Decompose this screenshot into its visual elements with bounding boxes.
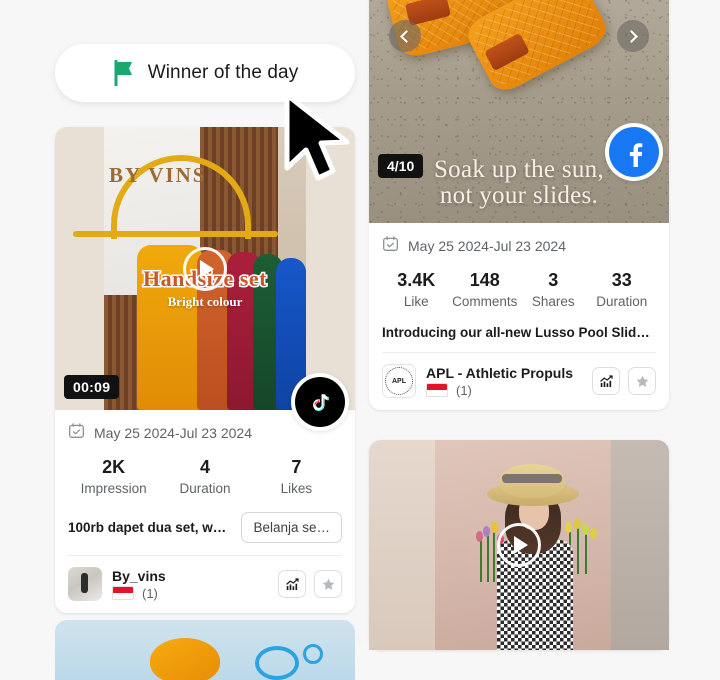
author-name: APL - Athletic Propuls	[426, 364, 574, 381]
star-icon[interactable]	[628, 367, 656, 395]
play-icon[interactable]	[497, 523, 541, 567]
media-overlay-line2: Bright colour	[167, 294, 243, 309]
date-range: May 25 2024-Jul 23 2024	[94, 425, 252, 441]
stat-likes: 7 Likes	[251, 457, 342, 496]
stat-value: 7	[291, 457, 302, 477]
post-card-video-woman[interactable]	[369, 440, 669, 650]
author-sub: (1)	[426, 383, 582, 398]
play-icon[interactable]	[183, 246, 227, 291]
author-meta: APL - Athletic Propuls (1)	[426, 365, 582, 398]
date-row: May 25 2024-Jul 23 2024	[382, 223, 656, 257]
stat-duration: 4 Duration	[159, 457, 250, 496]
chevron-right-icon[interactable]	[617, 20, 649, 52]
feed-board: Winner of the day BY VINS Handsize set B…	[0, 0, 720, 680]
title-row: 100rb dapet dua set, war… Belanja se…	[68, 504, 342, 555]
stat-comments: 148 Comments	[451, 270, 520, 309]
star-icon[interactable]	[314, 570, 342, 598]
chevron-left-icon[interactable]	[389, 20, 421, 52]
stat-like: 3.4K Like	[382, 270, 451, 309]
card-media-facebook[interactable]: Soak up the sun, not your slides. 4/10	[369, 0, 669, 223]
stat-value: 3	[548, 270, 559, 290]
stat-value: 2K	[102, 457, 126, 477]
tiktok-icon	[295, 377, 345, 427]
card-body-facebook: May 25 2024-Jul 23 2024 3.4K Like 148 Co…	[369, 223, 669, 410]
analytics-chart-icon[interactable]	[592, 367, 620, 395]
shop-cta-button[interactable]: Belanja se…	[241, 512, 342, 543]
platform-badge-tiktok	[291, 373, 349, 431]
date-range: May 25 2024-Jul 23 2024	[408, 238, 566, 254]
stat-label: Impression	[80, 481, 147, 496]
winner-label: Winner of the day	[147, 62, 299, 83]
media-brand-text: BY VINS	[109, 163, 207, 187]
stat-label: Like	[403, 294, 429, 309]
thumbnail-shape	[255, 646, 299, 680]
platform-badge-facebook	[605, 123, 663, 181]
author-meta: By_vins (1)	[112, 568, 268, 601]
post-title: 100rb dapet dua set, war…	[68, 520, 232, 535]
indonesia-flag-icon	[426, 383, 448, 397]
card-body-tiktok: May 25 2024-Jul 23 2024 2K Impression 4 …	[55, 410, 355, 613]
stats-row-tiktok: 2K Impression 4 Duration 7 Likes	[68, 444, 342, 504]
stat-label: Duration	[596, 294, 648, 309]
calendar-check-icon	[382, 235, 399, 257]
stat-value: 148	[469, 270, 500, 290]
thumbnail-shape	[303, 644, 323, 664]
stat-label: Comments	[452, 294, 518, 309]
media-headline-line2: not your slides.	[439, 181, 599, 209]
card-action-buttons	[592, 367, 656, 395]
card-media-tiktok[interactable]: BY VINS Handsize set Bright colour 00:09	[55, 127, 355, 410]
post-title: Introducing our all-new Lusso Pool Slide…	[382, 325, 656, 340]
author-count: (1)	[142, 585, 158, 601]
thumbnail-shape	[150, 638, 220, 680]
facebook-icon	[609, 127, 659, 177]
stat-value: 33	[611, 270, 632, 290]
author-sub: (1)	[112, 586, 268, 601]
author-count: (1)	[456, 382, 472, 398]
author-row-byvins[interactable]: By_vins (1)	[68, 556, 342, 613]
calendar-check-icon	[68, 422, 85, 444]
post-card-tiktok[interactable]: BY VINS Handsize set Bright colour 00:09	[55, 127, 355, 613]
analytics-chart-icon[interactable]	[278, 570, 306, 598]
winner-of-the-day-badge: Winner of the day	[55, 44, 355, 102]
card-action-buttons	[278, 570, 342, 598]
carousel-counter-chip: 4/10	[378, 154, 424, 178]
apl-logo-avatar[interactable]: APL	[382, 364, 416, 398]
post-card-partial[interactable]	[55, 620, 355, 680]
stats-row-facebook: 3.4K Like 148 Comments 3 Shares 33 Durat…	[382, 257, 656, 317]
stat-label: Likes	[280, 481, 313, 496]
stat-duration: 33 Duration	[588, 270, 657, 309]
stat-label: Shares	[531, 294, 575, 309]
stat-value: 3.4K	[397, 270, 436, 290]
stat-label: Duration	[179, 481, 231, 496]
card-media-video[interactable]	[369, 440, 669, 650]
author-avatar[interactable]	[68, 567, 102, 601]
title-row: Introducing our all-new Lusso Pool Slide…	[382, 317, 656, 352]
stat-impression: 2K Impression	[68, 457, 159, 496]
subject-hat-band	[502, 474, 562, 483]
indonesia-flag-icon	[112, 586, 134, 600]
apl-logo-text: APL	[385, 367, 413, 395]
author-row-apl[interactable]: APL APL - Athletic Propuls (1)	[382, 353, 656, 410]
author-name: By_vins	[112, 567, 166, 584]
green-flag-icon	[112, 59, 136, 87]
stat-value: 4	[199, 457, 210, 477]
stat-shares: 3 Shares	[519, 270, 588, 309]
duration-chip: 00:09	[64, 375, 120, 399]
post-card-facebook[interactable]: Soak up the sun, not your slides. 4/10 M…	[369, 0, 669, 410]
